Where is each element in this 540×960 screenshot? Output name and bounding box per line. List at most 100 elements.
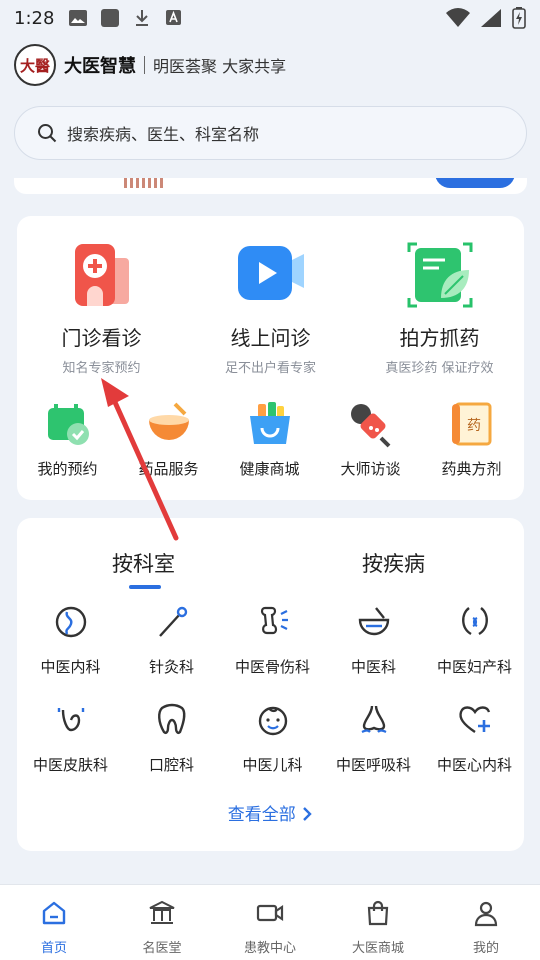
dept-label: 中医心内科 — [436, 756, 512, 774]
departments-card: 按科室 按疾病 中医内科 针灸科 中医骨伤科 中医科 中医妇产科 中医皮肤科 口… — [17, 518, 524, 851]
chevron-right-icon — [303, 807, 312, 821]
service-label: 大师访谈 — [340, 460, 401, 478]
shopping-bag-icon — [367, 900, 389, 926]
status-bar: 1:28 — [0, 0, 540, 36]
service-clinic-visit[interactable]: 门诊看诊 知名专家预约 — [17, 236, 186, 376]
nav-mall[interactable]: 大医商城 — [324, 885, 432, 960]
dept-gynecology[interactable]: 中医妇产科 — [424, 604, 525, 677]
search-icon — [38, 124, 57, 143]
medicine-bowl-icon — [145, 400, 193, 448]
user-icon — [474, 901, 498, 927]
dept-dental[interactable]: 口腔科 — [121, 702, 222, 775]
brand-header: 大醫 大医智慧 明医荟聚 大家共享 — [14, 44, 286, 86]
scroll-book-icon: 药 — [448, 400, 496, 448]
view-all-link[interactable]: 查看全部 — [17, 800, 524, 825]
service-label: 药典方剂 — [441, 460, 502, 478]
dept-label: 针灸科 — [148, 658, 194, 676]
prescription-leaf-icon — [401, 236, 479, 314]
search-placeholder: 搜索疾病、医生、科室名称 — [67, 125, 260, 144]
nav-label: 大医商城 — [351, 941, 404, 956]
pavilion-icon — [149, 900, 175, 924]
uterus-icon — [461, 607, 488, 636]
nav-profile[interactable]: 我的 — [432, 885, 540, 960]
banner-button[interactable] — [435, 178, 515, 188]
brand-name: 大医智慧 — [64, 56, 136, 77]
download-icon — [136, 10, 149, 26]
wifi-icon — [446, 8, 470, 27]
font-a-icon — [166, 10, 182, 25]
nav-patient-education[interactable]: 患教中心 — [216, 885, 324, 960]
service-title: 门诊看诊 — [61, 326, 142, 350]
banner-image — [124, 178, 164, 188]
stomach-icon — [55, 606, 86, 638]
service-subtitle: 真医珍药 保证疗效 — [385, 361, 494, 376]
dept-label: 口腔科 — [148, 756, 194, 774]
dept-label: 中医呼吸科 — [335, 756, 411, 774]
service-pharmacopoeia[interactable]: 药 药典方剂 — [421, 400, 522, 479]
signal-icon — [481, 9, 501, 27]
status-time: 1:28 — [14, 7, 55, 29]
skin-icon — [57, 708, 84, 732]
nose-icon — [361, 705, 386, 733]
dept-label: 中医科 — [350, 658, 396, 676]
bottom-nav: 首页 名医堂 患教中心 大医商城 我的 — [0, 884, 540, 960]
app-square-icon — [101, 9, 120, 27]
video-play-icon — [232, 236, 310, 314]
heart-plus-icon — [458, 706, 490, 733]
dept-pediatrics[interactable]: 中医儿科 — [222, 702, 323, 775]
nav-home[interactable]: 首页 — [0, 885, 108, 960]
brand-slogan: 明医荟聚 大家共享 — [153, 57, 287, 76]
service-label: 我的预约 — [37, 460, 98, 478]
brand-divider — [144, 56, 145, 74]
service-medicine[interactable]: 药品服务 — [118, 400, 219, 479]
hospital-icon — [63, 236, 141, 314]
dept-label: 中医儿科 — [242, 756, 303, 774]
service-label: 健康商城 — [239, 460, 300, 478]
microphone-icon — [347, 400, 395, 448]
service-prescription[interactable]: 拍方抓药 真医珍药 保证疗效 — [355, 236, 524, 376]
calendar-check-icon — [44, 400, 92, 448]
dept-label: 中医骨伤科 — [234, 658, 310, 676]
video-camera-icon — [256, 904, 284, 922]
bone-icon — [260, 606, 288, 635]
services-card: 门诊看诊 知名专家预约 线上问诊 足不出户看专家 拍方抓药 真医珍药 保证疗效 — [17, 216, 524, 500]
service-master-interview[interactable]: 大师访谈 — [320, 400, 421, 479]
service-subtitle: 知名专家预约 — [62, 361, 141, 376]
nav-label: 我的 — [472, 941, 499, 956]
gallery-icon — [69, 10, 88, 26]
search-input[interactable]: 搜索疾病、医生、科室名称 — [14, 106, 527, 160]
dept-label: 中医妇产科 — [436, 658, 512, 676]
dept-label: 中医皮肤科 — [32, 756, 108, 774]
service-online-consult[interactable]: 线上问诊 足不出户看专家 — [186, 236, 355, 376]
service-title: 拍方抓药 — [399, 326, 480, 350]
tab-indicator — [129, 585, 161, 589]
dept-tcm[interactable]: 中医科 — [323, 604, 424, 677]
brand-logo: 大醫 — [14, 44, 56, 86]
service-title: 线上问诊 — [230, 326, 311, 350]
shopping-basket-icon — [246, 400, 294, 448]
view-all-label: 查看全部 — [227, 805, 296, 825]
tab-by-department[interactable]: 按科室 — [112, 548, 175, 578]
nav-label: 首页 — [40, 941, 67, 956]
mortar-icon — [358, 607, 389, 636]
nav-label: 名医堂 — [142, 941, 182, 956]
dept-orthopedics[interactable]: 中医骨伤科 — [222, 604, 323, 677]
dept-internal-medicine[interactable]: 中医内科 — [20, 604, 121, 677]
svg-text:药: 药 — [467, 418, 481, 434]
nav-famous-doctors[interactable]: 名医堂 — [108, 885, 216, 960]
service-subtitle: 足不出户看专家 — [224, 361, 316, 376]
needle-icon — [158, 606, 187, 637]
tab-by-disease[interactable]: 按疾病 — [362, 548, 425, 578]
service-my-appointments[interactable]: 我的预约 — [17, 400, 118, 479]
service-health-mall[interactable]: 健康商城 — [219, 400, 320, 479]
dept-cardiology[interactable]: 中医心内科 — [424, 702, 525, 775]
battery-charging-icon — [512, 7, 526, 29]
baby-icon — [258, 706, 287, 736]
nav-label: 患教中心 — [243, 941, 296, 956]
dept-respiratory[interactable]: 中医呼吸科 — [323, 702, 424, 775]
service-label: 药品服务 — [138, 460, 199, 478]
dept-acupuncture[interactable]: 针灸科 — [121, 604, 222, 677]
banner-carousel[interactable] — [14, 178, 527, 196]
tooth-icon — [157, 703, 185, 734]
dept-dermatology[interactable]: 中医皮肤科 — [20, 702, 121, 775]
